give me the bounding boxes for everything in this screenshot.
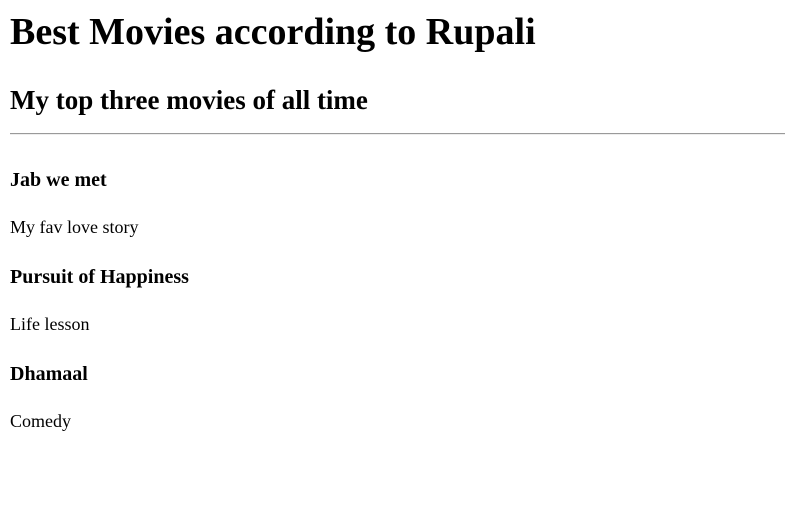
page-subtitle: My top three movies of all time xyxy=(10,85,368,115)
movie-description: Comedy xyxy=(10,411,71,431)
movie-item: Dhamaal Comedy xyxy=(10,362,88,431)
movie-description: My fav love story xyxy=(10,217,139,237)
page-title: Best Movies according to Rupali xyxy=(10,11,536,53)
movie-item: Pursuit of Happiness Life lesson xyxy=(10,265,189,334)
movie-title: Pursuit of Happiness xyxy=(10,266,189,288)
divider xyxy=(10,133,785,135)
movie-description: Life lesson xyxy=(10,314,90,334)
movie-item: Jab we met My fav love story xyxy=(10,168,138,237)
movie-title: Jab we met xyxy=(10,169,107,191)
movie-title: Dhamaal xyxy=(10,363,88,385)
